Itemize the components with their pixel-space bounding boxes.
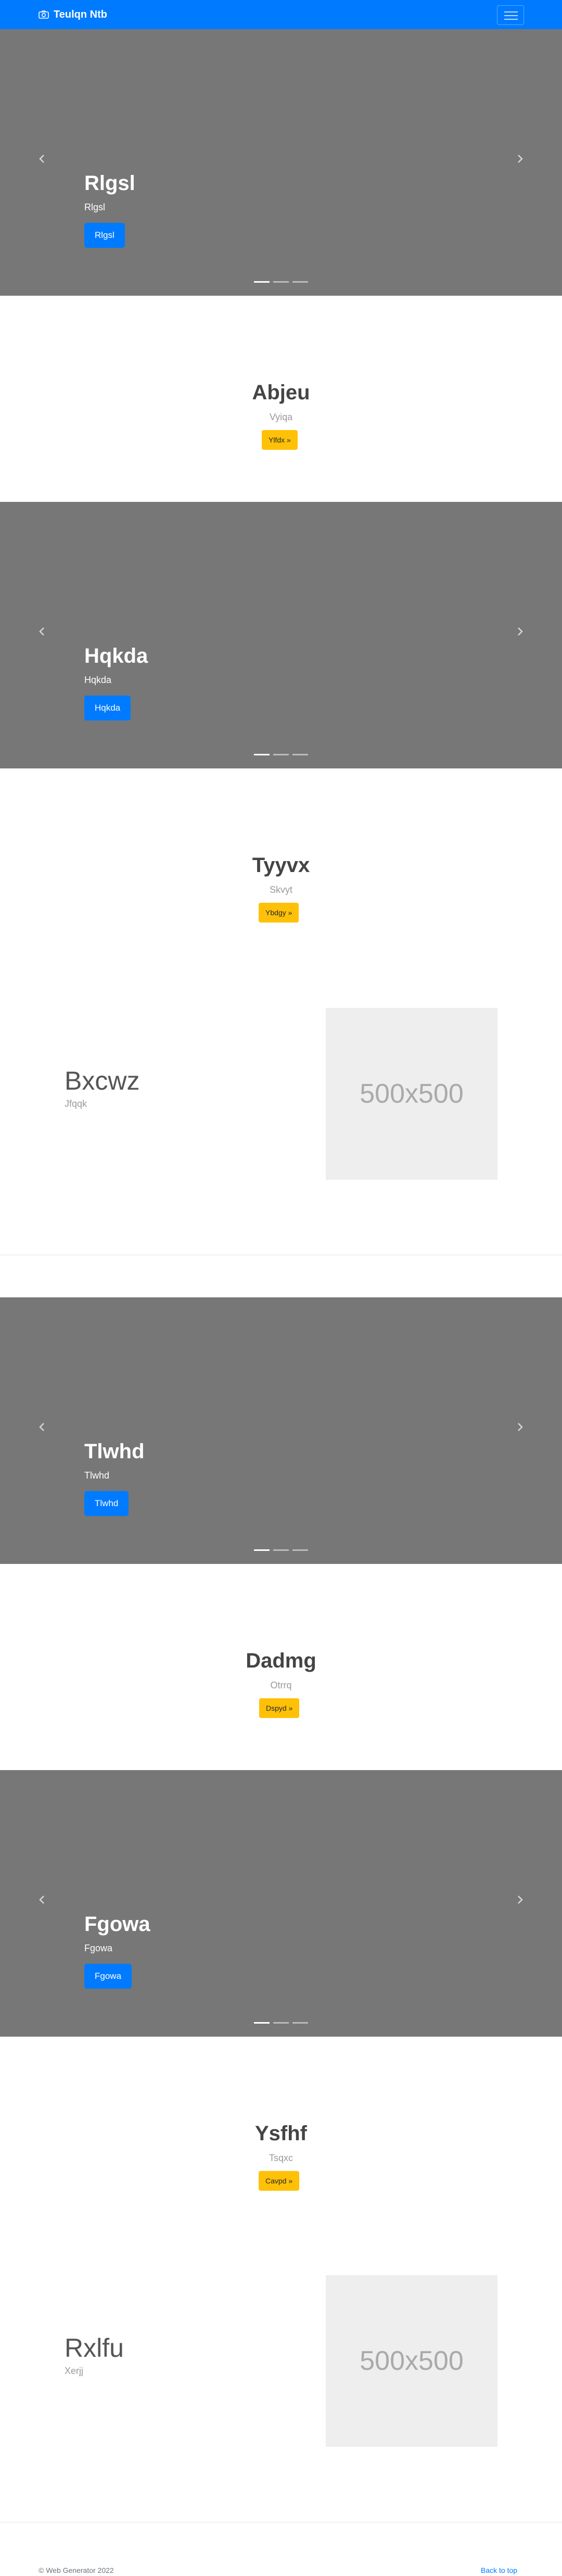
chevron-left-icon (39, 627, 44, 636)
carousel-cta-button[interactable]: Fgowa (84, 1964, 132, 1989)
carousel-next-button[interactable] (513, 1893, 527, 1906)
jumbotron-lead: Vyiqa (269, 412, 293, 422)
chevron-left-icon (39, 1896, 44, 1904)
carousel-indicator[interactable] (254, 281, 270, 283)
carousel-indicator[interactable] (292, 1549, 308, 1551)
carousel-cta-button[interactable]: Rlgsl (84, 223, 125, 248)
back-to-top-link[interactable]: Back to top (481, 2566, 517, 2575)
jumbotron-button[interactable]: Ybdgy » (259, 903, 299, 923)
carousel-cta-button[interactable]: Hqkda (84, 696, 131, 721)
placeholder-image: 500x500 (326, 1008, 497, 1180)
jumbotron-button[interactable]: Cavpd » (259, 2171, 300, 2191)
carousel-next-button[interactable] (513, 625, 527, 638)
carousel-text: Hqkda (84, 675, 112, 685)
carousel-text: Rlgsl (84, 202, 106, 212)
carousel-prev-button[interactable] (35, 1893, 49, 1906)
jumbotron-lead: Otrrq (270, 1680, 292, 1690)
carousel-prev-button[interactable] (35, 625, 49, 638)
carousel-indicators (254, 754, 308, 756)
jumbotron-button[interactable]: Ylfdx » (262, 430, 298, 450)
carousel: Fgowa Fgowa Fgowa (0, 1770, 562, 2037)
jumbotron-title: Abjeu (252, 381, 310, 404)
carousel-title: Tlwhd (84, 1440, 145, 1463)
chevron-right-icon (518, 155, 523, 163)
chevron-right-icon (518, 627, 523, 636)
carousel-indicator[interactable] (292, 2022, 308, 2024)
chevron-left-icon (39, 1423, 44, 1431)
carousel-indicator[interactable] (273, 2022, 289, 2024)
brand[interactable]: Teulqn Ntb (39, 8, 107, 21)
footer-copyright: © Web Generator 2022 (39, 2566, 114, 2574)
carousel-indicator[interactable] (292, 281, 308, 283)
carousel-indicator[interactable] (273, 281, 289, 283)
navbar: Teulqn Ntb (0, 0, 562, 29)
carousel-indicator[interactable] (254, 2022, 270, 2024)
navbar-toggler-button[interactable] (497, 5, 524, 25)
carousel-next-button[interactable] (513, 1420, 527, 1434)
camera-icon (39, 10, 49, 19)
placeholder-image: 500x500 (326, 2275, 497, 2447)
brand-name: Teulqn Ntb (54, 8, 107, 20)
jumbotron-title: Tyyvx (252, 854, 310, 877)
feature-title: Rxlfu (65, 2333, 124, 2363)
carousel-text: Tlwhd (84, 1470, 110, 1481)
carousel-indicator[interactable] (273, 1549, 289, 1551)
carousel-indicators (254, 281, 308, 283)
feature-subtitle: Jfqqk (65, 1098, 87, 1109)
carousel-indicator[interactable] (254, 754, 270, 755)
carousel-prev-button[interactable] (35, 152, 49, 166)
chevron-left-icon (39, 155, 44, 163)
carousel-title: Hqkda (84, 645, 148, 667)
jumbotron-lead: Skvyt (269, 885, 292, 895)
carousel-text: Fgowa (84, 1943, 113, 1953)
carousel-indicator[interactable] (254, 1549, 270, 1551)
jumbotron-lead: Tsqxc (269, 2153, 293, 2163)
carousel-cta-button[interactable]: Tlwhd (84, 1491, 129, 1516)
carousel-indicator[interactable] (273, 754, 289, 755)
carousel: Hqkda Hqkda Hqkda (0, 502, 562, 768)
jumbotron-title: Ysfhf (255, 2122, 307, 2145)
chevron-right-icon (518, 1896, 523, 1904)
carousel-indicator[interactable] (292, 754, 308, 755)
carousel-title: Fgowa (84, 1913, 150, 1936)
jumbotron-button[interactable]: Dspyd » (259, 1698, 300, 1718)
jumbotron-title: Dadmg (246, 1649, 316, 1672)
carousel: Rlgsl Rlgsl Rlgsl (0, 29, 562, 296)
feature-subtitle: Xerjj (65, 2366, 84, 2376)
feature-title: Bxcwz (65, 1066, 140, 1095)
carousel-prev-button[interactable] (35, 1420, 49, 1434)
hamburger-icon (504, 11, 518, 12)
carousel-indicators (254, 1549, 308, 1551)
carousel-next-button[interactable] (513, 152, 527, 166)
carousel-title: Rlgsl (84, 172, 135, 195)
carousel: Tlwhd Tlwhd Tlwhd (0, 1297, 562, 1564)
chevron-right-icon (518, 1423, 523, 1431)
carousel-indicators (254, 2022, 308, 2024)
